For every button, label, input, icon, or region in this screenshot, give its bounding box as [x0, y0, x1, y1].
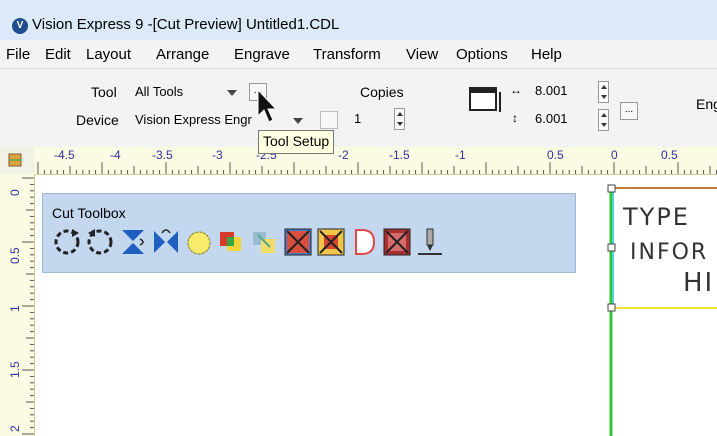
menu-arrange[interactable]: Arrange: [156, 46, 209, 63]
chevron-down-icon: [293, 118, 303, 124]
title-bar: V Vision Express 9 -[Cut Preview] Untitl…: [0, 0, 717, 40]
ruler-label: 0: [8, 189, 22, 196]
ruler-label: -1.5: [389, 148, 410, 162]
ruler-label: -4: [110, 148, 121, 162]
menu-layout[interactable]: Layout: [86, 46, 131, 63]
ruler-label: 0.5: [8, 247, 22, 264]
rotate-ccw-icon[interactable]: [85, 227, 115, 257]
ruler-label: 0: [611, 148, 618, 162]
menu-engrave[interactable]: Engrave: [234, 46, 290, 63]
chevron-down-icon: [227, 90, 237, 96]
cancel-icon[interactable]: [382, 227, 412, 257]
delete-node-icon[interactable]: [316, 227, 346, 257]
copies-label: Copies: [360, 84, 404, 100]
tool-depth-icon[interactable]: [415, 227, 445, 257]
ruler-label: 1: [8, 305, 22, 312]
cut-toolbox-panel[interactable]: Cut Toolbox: [42, 193, 576, 273]
device-select-value: Vision Express Engr: [135, 112, 252, 127]
mouse-cursor-icon: [257, 88, 278, 123]
preview-text-line: INFOR: [630, 240, 709, 265]
page-size-icon: [469, 87, 501, 112]
preview-text-line: TYPE: [623, 203, 690, 231]
device-label: Device: [76, 112, 119, 128]
height-arrow-icon: ↕: [512, 111, 518, 125]
ruler-label: 0.5: [661, 148, 678, 162]
ruler-label: -1: [455, 148, 466, 162]
d-shape-icon[interactable]: [349, 227, 379, 257]
width-arrow-icon: ↔: [510, 83, 522, 97]
ruler-label: -3: [212, 148, 223, 162]
ruler-label: 1.5: [8, 361, 22, 378]
window-title: Vision Express 9 -[Cut Preview] Untitled…: [32, 16, 340, 33]
copies-stepper[interactable]: [394, 108, 405, 130]
ruler-label: 2: [8, 425, 22, 432]
group-icon[interactable]: [283, 227, 313, 257]
device-setup-button[interactable]: [320, 111, 338, 129]
tool-select[interactable]: All Tools: [135, 82, 245, 102]
menu-options[interactable]: Options: [456, 46, 508, 63]
height-field[interactable]: 6.001: [531, 109, 595, 129]
device-select[interactable]: Vision Express Engr: [135, 110, 310, 130]
tool-label: Tool: [91, 84, 117, 100]
select-icon[interactable]: [184, 227, 214, 257]
ruler-label: -2: [338, 148, 349, 162]
toolbox-title: Cut Toolbox: [52, 205, 126, 221]
menu-file[interactable]: File: [6, 46, 30, 63]
ruler-label: 0.5: [547, 148, 564, 162]
menu-help[interactable]: Help: [531, 46, 562, 63]
menu-bar: File Edit Layout Arrange Engrave Transfo…: [0, 40, 717, 69]
flip-horizontal-icon[interactable]: [151, 227, 181, 257]
width-stepper[interactable]: [598, 81, 609, 103]
tooltip: Tool Setup: [258, 130, 335, 154]
tool-select-value: All Tools: [135, 84, 184, 99]
copies-field[interactable]: 1: [350, 109, 392, 129]
ruler-origin-button[interactable]: [0, 147, 35, 175]
height-stepper[interactable]: [598, 109, 609, 131]
menu-view[interactable]: View: [406, 46, 438, 63]
ruler-label: -4.5: [54, 148, 75, 162]
app-logo-icon: V: [12, 18, 28, 34]
page-size-button[interactable]: ...: [620, 102, 638, 120]
vertical-ruler[interactable]: 0 0.5 1 1.5 2: [0, 174, 35, 436]
preview-text-line: HI: [683, 268, 715, 298]
toolbar: Tool All Tools ... Device Vision Express…: [0, 69, 717, 148]
overlap-icon[interactable]: [217, 227, 247, 257]
ruler-label: -3.5: [152, 148, 173, 162]
width-field[interactable]: 8.001: [531, 81, 595, 101]
weld-icon[interactable]: [250, 227, 280, 257]
menu-transform[interactable]: Transform: [313, 46, 381, 63]
rotate-cw-icon[interactable]: [52, 227, 82, 257]
flip-vertical-icon[interactable]: [118, 227, 148, 257]
engrave-label: Eng: [696, 96, 717, 112]
horizontal-ruler[interactable]: -4.5 -4 -3.5 -3 -2.5 -2 -1.5 -1 0.5 0 0.…: [34, 147, 717, 175]
menu-edit[interactable]: Edit: [45, 46, 71, 63]
